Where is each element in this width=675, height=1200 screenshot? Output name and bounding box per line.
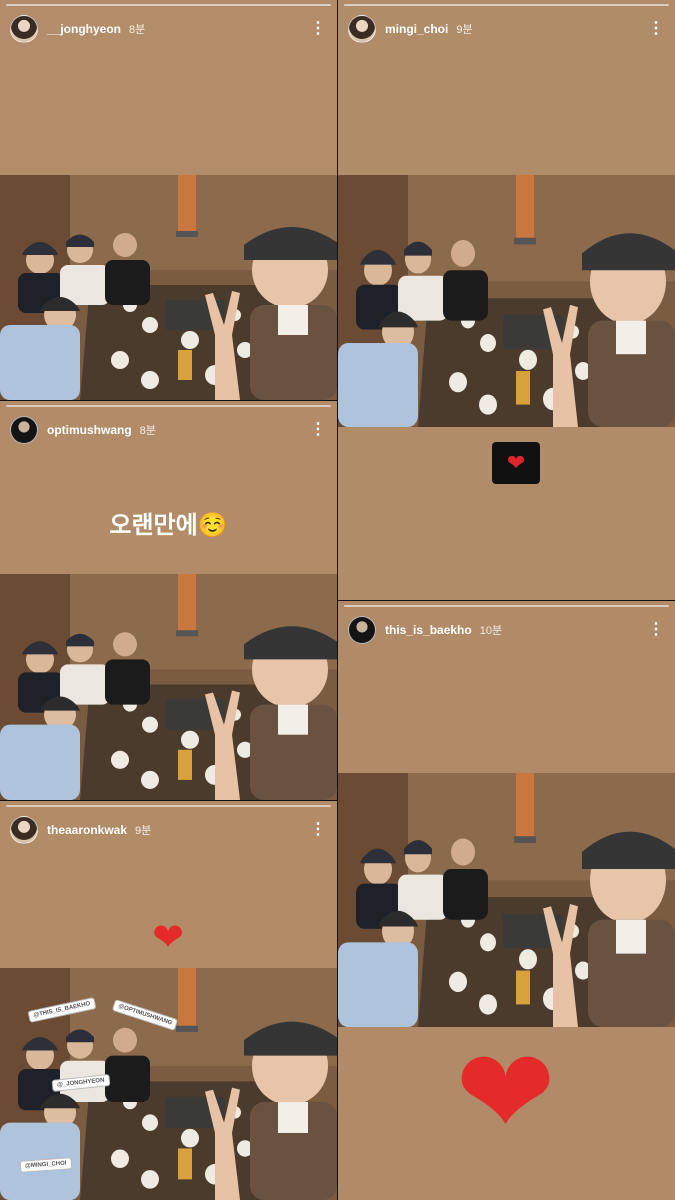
timestamp: 9분: [135, 825, 152, 837]
timestamp: 8분: [129, 24, 146, 36]
username[interactable]: this_is_baekho: [385, 623, 472, 637]
story-panel[interactable]: this_is_baekho 10분 ⋮ ❤: [338, 601, 675, 1200]
story-caption: 오랜만에☺️: [109, 512, 228, 539]
story-photo: [0, 574, 337, 800]
heart-icon: ❤: [492, 442, 540, 484]
story-photo: [338, 175, 675, 427]
more-options-icon[interactable]: ⋮: [309, 822, 327, 838]
username[interactable]: __jonghyeon: [47, 22, 121, 36]
username[interactable]: theaaronkwak: [47, 823, 127, 837]
heart-icon: ❤: [152, 917, 184, 959]
story-progress-bar: [344, 4, 669, 6]
story-header: theaaronkwak 9분 ⋮: [10, 815, 327, 845]
avatar[interactable]: [10, 816, 38, 844]
story-header: this_is_baekho 10분 ⋮: [348, 615, 665, 645]
story-photo: [0, 175, 337, 400]
heart-icon: ❤: [455, 1026, 556, 1160]
story-panel[interactable]: theaaronkwak 9분 ⋮ ❤ @THIS_IS_BAEKHO @OPT…: [0, 801, 337, 1200]
avatar[interactable]: [10, 416, 38, 444]
story-progress-bar: [6, 405, 331, 407]
timestamp: 8분: [139, 425, 156, 437]
story-header: optimushwang 8분 ⋮: [10, 415, 327, 445]
story-photo: [338, 773, 675, 1027]
story-panel[interactable]: optimushwang 8분 ⋮ 오랜만에☺️: [0, 401, 337, 800]
story-panel[interactable]: mingi_choi 9분 ⋮ ❤: [338, 0, 675, 600]
story-panel[interactable]: __jonghyeon 8분 ⋮: [0, 0, 337, 400]
more-options-icon[interactable]: ⋮: [309, 422, 327, 438]
avatar[interactable]: [348, 616, 376, 644]
more-options-icon[interactable]: ⋮: [647, 21, 665, 37]
avatar[interactable]: [348, 15, 376, 43]
username[interactable]: mingi_choi: [385, 22, 448, 36]
story-progress-bar: [6, 805, 331, 807]
story-progress-bar: [6, 4, 331, 6]
timestamp: 9분: [456, 24, 473, 36]
timestamp: 10분: [479, 625, 503, 637]
avatar[interactable]: [10, 15, 38, 43]
story-header: __jonghyeon 8분 ⋮: [10, 14, 327, 44]
more-options-icon[interactable]: ⋮: [309, 21, 327, 37]
story-progress-bar: [344, 605, 669, 607]
story-header: mingi_choi 9분 ⋮: [348, 14, 665, 44]
more-options-icon[interactable]: ⋮: [647, 622, 665, 638]
username[interactable]: optimushwang: [47, 423, 132, 437]
